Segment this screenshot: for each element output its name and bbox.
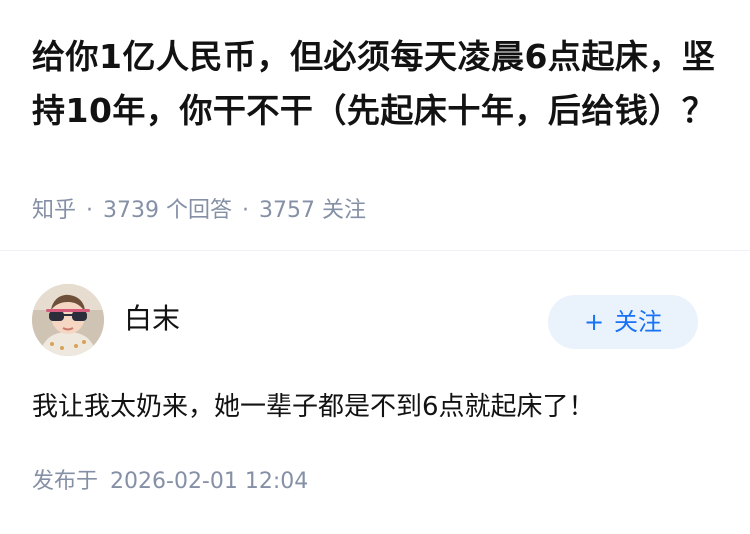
author-name[interactable]: 白末 xyxy=(124,301,180,337)
question-title[interactable]: 给你1亿人民币，但必须每天凌晨6点起床，坚持10年，你干不干（先起床十年，后给钱… xyxy=(32,30,722,138)
follow-button-label: 关注 xyxy=(614,308,663,336)
meta-separator: · xyxy=(242,198,250,223)
question-meta: 知乎 · 3739 个回答 · 3757 关注 xyxy=(32,196,366,226)
avatar-image xyxy=(32,284,104,356)
publish-label: 发布于 xyxy=(32,469,99,494)
plus-icon: + xyxy=(583,308,605,336)
follower-count[interactable]: 3757 xyxy=(259,198,315,223)
publish-timestamp: 2026-02-01 12:04 xyxy=(110,469,309,494)
answer-card: 白末 + 关注 我让我太奶来，她一辈子都是不到6点就起床了！ 发布于 2026-02… xyxy=(0,251,750,534)
meta-separator: · xyxy=(86,198,94,223)
publish-info: 发布于 2026-02-01 12:04 xyxy=(32,467,308,497)
answer-content[interactable]: 我让我太奶来，她一辈子都是不到6点就起床了！ xyxy=(32,387,595,427)
answer-count[interactable]: 3739 xyxy=(103,198,159,223)
answer-count-label[interactable]: 个回答 xyxy=(166,198,232,223)
avatar[interactable] xyxy=(32,284,104,356)
follow-button[interactable]: + 关注 xyxy=(548,295,698,349)
follower-count-label[interactable]: 关注 xyxy=(322,198,366,223)
source-label[interactable]: 知乎 xyxy=(32,198,76,223)
